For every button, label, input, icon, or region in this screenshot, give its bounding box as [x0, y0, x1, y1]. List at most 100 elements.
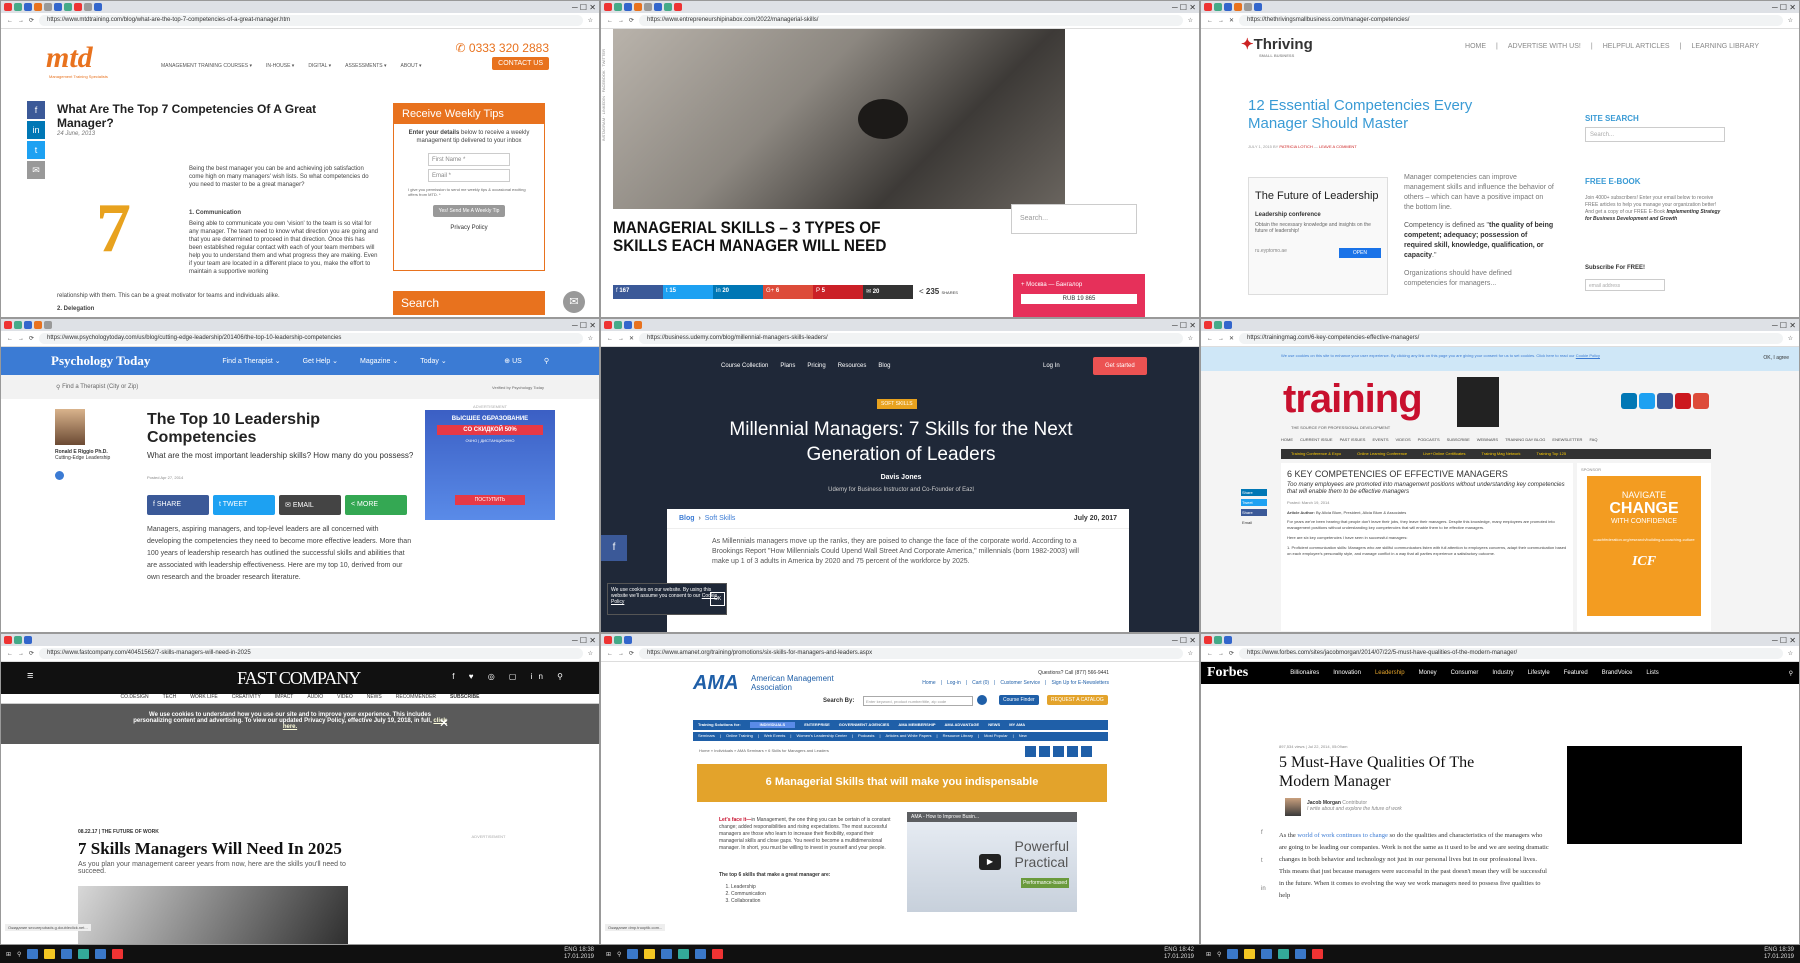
linkedin-icon[interactable]: in [1261, 886, 1266, 892]
facebook-icon[interactable]: f [1261, 830, 1266, 836]
brand-logo[interactable]: mtd [46, 41, 93, 75]
nav-item[interactable]: WEBINARS [1477, 437, 1498, 442]
world-of-work-link[interactable]: world of work continues to change [1297, 832, 1387, 839]
nav-item[interactable]: SUBSCRIBE [1447, 437, 1470, 442]
send-tip-button[interactable]: Yes! Send Me A Weekly Tip [432, 205, 506, 217]
brand-logo[interactable]: Forbes [1207, 665, 1248, 681]
ad-box[interactable]: The Future of Leadership Leadership conf… [1248, 177, 1388, 295]
consent-checkbox[interactable]: I give you permission to send me weekly … [394, 185, 544, 199]
back-icon[interactable]: ← [1207, 18, 1213, 24]
brand-logo[interactable]: FAST COMPANY [237, 668, 361, 689]
tab-strip[interactable]: ─ ☐ ✕ [601, 634, 1199, 646]
twitter-share[interactable]: t 15 [663, 285, 713, 299]
twitter-icon[interactable]: t [1261, 858, 1266, 864]
nav-item[interactable]: TECH [163, 694, 177, 703]
tab-strip[interactable]: ─ ☐ ✕ [1, 319, 599, 331]
nav-item[interactable]: RECOMMENDER [396, 694, 436, 703]
reload-icon[interactable]: ⟳ [29, 17, 34, 24]
back-icon[interactable]: ← [607, 651, 613, 657]
nav-item[interactable]: HOME [1281, 437, 1293, 442]
star-icon[interactable]: ☆ [1188, 17, 1193, 24]
nav-item[interactable]: CO.DESIGN [121, 694, 149, 703]
linkedin-share[interactable]: in 20 [713, 285, 763, 299]
email-share-button[interactable]: ✉ EMAIL [279, 495, 341, 515]
window-controls[interactable]: ─ ☐ ✕ [1172, 321, 1196, 330]
author-photo[interactable] [55, 409, 85, 445]
youtube-icon[interactable] [1081, 746, 1092, 757]
search-icon[interactable]: ⚲ [1789, 670, 1793, 677]
brand-logo[interactable]: training [1283, 377, 1423, 422]
more-share-button[interactable]: < MORE [345, 495, 407, 515]
address-bar[interactable]: https://www.psychologytoday.com/us/blog/… [39, 333, 583, 344]
email-share[interactable]: Email [1241, 519, 1267, 526]
window-controls[interactable]: ─ ☐ ✕ [572, 3, 596, 12]
nav-item[interactable]: Industry [1492, 670, 1513, 676]
play-icon[interactable]: ▶ [979, 854, 1001, 870]
address-bar[interactable]: https://www.fastcompany.com/40451562/7-s… [39, 648, 583, 659]
nav-item[interactable]: IN-HOUSE ▾ [266, 63, 294, 69]
hamburger-menu-icon[interactable]: ≡ [27, 670, 33, 682]
system-clock[interactable]: ENG 18:42 17.01.2019 [1164, 947, 1194, 961]
nav-item[interactable]: HOME [1465, 43, 1486, 50]
brand-logo[interactable]: AMA [693, 672, 739, 695]
address-bar[interactable]: https://trainingmag.com/6-key-competenci… [1239, 333, 1783, 344]
subnav-item[interactable]: Women's Leadership Center [796, 733, 847, 740]
crumb-blog[interactable]: Blog [679, 515, 695, 522]
facebook-share-button[interactable]: f SHARE [147, 495, 209, 515]
nav-item[interactable]: Featured [1564, 670, 1588, 676]
region-selector[interactable]: ⊕ US [504, 357, 522, 365]
start-icon[interactable]: ⊞ [1206, 951, 1211, 958]
request-catalog-button[interactable]: REQUEST A CATALOG [1047, 695, 1108, 705]
subnav-item[interactable]: Resource Library [943, 733, 973, 740]
tab-strip[interactable]: ─ ☐ ✕ [1201, 319, 1799, 331]
star-icon[interactable]: ☆ [1788, 17, 1793, 24]
google-plus-icon[interactable] [1693, 393, 1709, 409]
ad-banner[interactable]: + Москва — Бангалор RUB 19 865 [1013, 274, 1145, 317]
nav-item[interactable]: NEWS [367, 694, 382, 703]
search-icon[interactable]: ⚲ [617, 951, 621, 958]
google-share[interactable]: G+ 6 [763, 285, 813, 299]
tab-strip[interactable]: ─ ☐ ✕ [1, 634, 599, 646]
get-started-button[interactable]: Get started [1093, 357, 1147, 375]
facebook-icon[interactable]: f [601, 535, 627, 561]
reload-icon[interactable]: ⟳ [1229, 650, 1234, 657]
window-controls[interactable]: ─ ☐ ✕ [1172, 636, 1196, 645]
login-link[interactable]: Log-in [947, 680, 961, 686]
forward-icon[interactable]: → [18, 18, 24, 24]
nav-item[interactable]: Today ⌄ [420, 357, 447, 365]
email-icon[interactable]: ✉ [27, 161, 45, 179]
twitter-icon[interactable] [1053, 746, 1064, 757]
facebook-icon[interactable] [1657, 393, 1673, 409]
window-controls[interactable]: ─ ☐ ✕ [572, 636, 596, 645]
facebook-share[interactable]: Share [1241, 509, 1267, 516]
back-icon[interactable]: ← [607, 336, 613, 342]
star-icon[interactable]: ☆ [1188, 335, 1193, 342]
back-icon[interactable]: ← [607, 18, 613, 24]
close-icon[interactable]: ✕ [439, 716, 449, 730]
star-icon[interactable]: ☆ [1188, 650, 1193, 657]
facebook-icon[interactable]: f [27, 101, 45, 119]
subnav-item[interactable]: Online Training [726, 733, 753, 740]
reload-icon[interactable]: ⟳ [629, 650, 634, 657]
magazine-cover-image[interactable] [1457, 377, 1499, 427]
back-icon[interactable]: ← [1207, 651, 1213, 657]
nav-item[interactable]: Resources [838, 363, 867, 369]
reload-icon[interactable]: ⟳ [29, 650, 34, 657]
first-name-input[interactable]: First Name * [428, 153, 510, 166]
address-bar[interactable]: https://www.mtdtraining.com/blog/what-ar… [39, 15, 583, 26]
category-tag[interactable]: SOFT SKILLS [877, 399, 917, 409]
nav-item[interactable]: Magazine ⌄ [360, 357, 398, 365]
twitter-icon[interactable] [1639, 393, 1655, 409]
brand-logo[interactable]: ✦Thriving SMALL BUSINESS [1241, 35, 1313, 58]
window-controls[interactable]: ─ ☐ ✕ [572, 321, 596, 330]
close-load-icon[interactable]: ✕ [1229, 17, 1234, 24]
start-icon[interactable]: ⊞ [6, 951, 11, 958]
nav-item[interactable]: MY AMA [1009, 722, 1025, 728]
facebook-icon[interactable] [1067, 746, 1078, 757]
twitter-share[interactable]: Tweet [1241, 499, 1267, 506]
nav-item[interactable]: AMA MEMBERSHIP [898, 722, 935, 728]
star-icon[interactable]: ☆ [1788, 335, 1793, 342]
author-link[interactable]: PATRICIA LOTICH [1279, 144, 1312, 149]
nav-item[interactable]: FAQ [1589, 437, 1597, 442]
close-load-icon[interactable]: ✕ [1229, 335, 1234, 342]
